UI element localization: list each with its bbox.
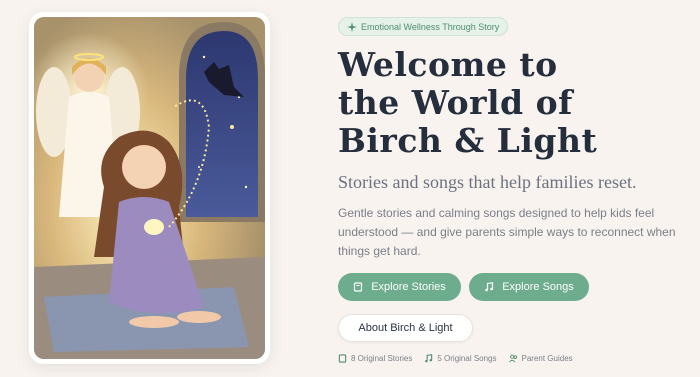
music-note-icon: [425, 353, 433, 362]
stat-guides-label: Parent Guides: [521, 353, 573, 363]
stat-stories: 8 Original Stories: [338, 354, 412, 363]
about-label: About Birch & Light: [358, 321, 453, 334]
title-line-3: Birch & Light: [338, 120, 598, 160]
users-icon: [508, 354, 517, 362]
hero-illustration-card: [29, 12, 270, 364]
hero-illustration: [34, 17, 265, 359]
sparkle-icon: [347, 21, 357, 32]
hero-subtitle: Stories and songs that help families res…: [338, 171, 637, 192]
stat-guides: Parent Guides: [508, 353, 573, 363]
stat-stories-label: 8 Original Stories: [351, 353, 413, 363]
stats-row: 8 Original Stories 5 Original Songs Pare…: [338, 354, 688, 363]
page-title: Welcome to the World of Birch & Light: [338, 44, 598, 160]
hero-description: Gentle stories and calming songs designe…: [338, 205, 676, 258]
book-icon: [354, 281, 363, 292]
title-line-1: Welcome to: [338, 44, 558, 84]
stat-songs-label: 5 Original Songs: [437, 353, 497, 363]
explore-stories-button[interactable]: Explore Stories: [338, 272, 461, 301]
explore-songs-label: Explore Songs: [502, 280, 574, 293]
explore-stories-label: Explore Stories: [371, 280, 446, 293]
music-note-icon: [485, 281, 494, 291]
title-line-2: the World of: [338, 82, 573, 122]
about-button[interactable]: About Birch & Light: [338, 313, 473, 342]
badge-label: Emotional Wellness Through Story: [361, 21, 500, 32]
hero-content: Emotional Wellness Through Story Welcome…: [338, 17, 688, 363]
book-icon: [338, 353, 347, 363]
cta-buttons: Explore Stories Explore Songs: [338, 272, 688, 301]
stat-songs: 5 Original Songs: [424, 353, 497, 363]
explore-songs-button[interactable]: Explore Songs: [469, 272, 589, 301]
category-badge: Emotional Wellness Through Story: [338, 17, 509, 36]
